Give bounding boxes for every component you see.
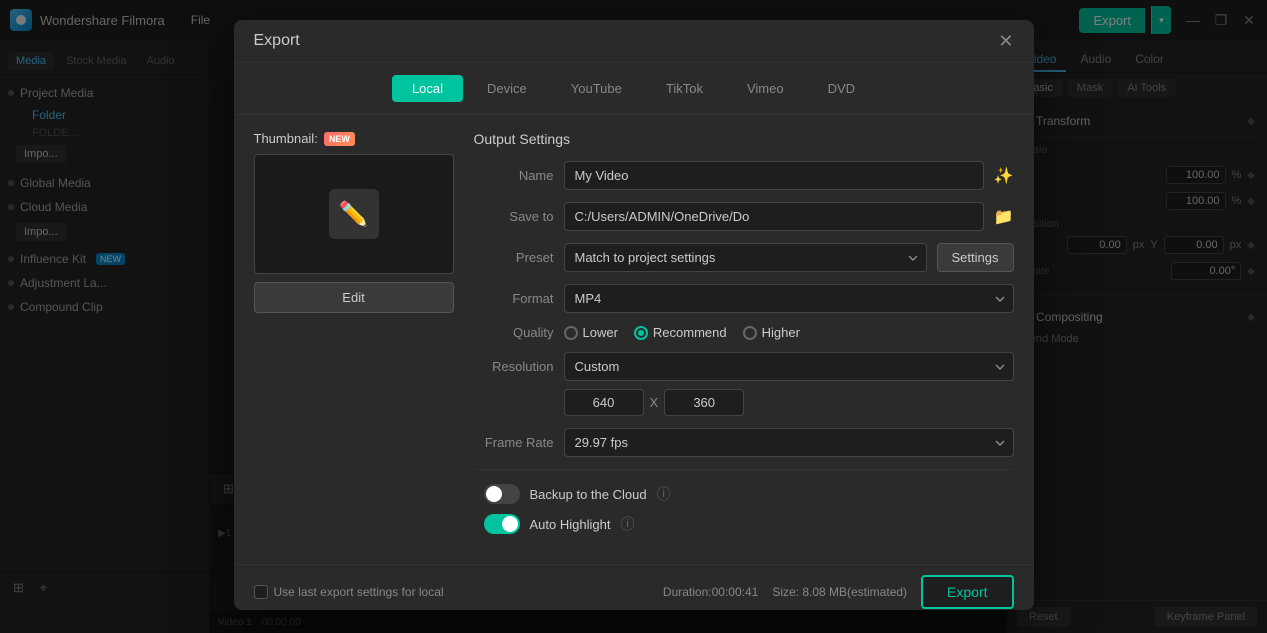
name-label: Name bbox=[474, 168, 554, 183]
thumbnail-section: Thumbnail: NEW ✏️ Edit bbox=[254, 131, 454, 544]
backup-knob bbox=[486, 486, 502, 502]
quality-recommend-label: Recommend bbox=[653, 325, 727, 340]
quality-radio-group: Lower Recommend Higher bbox=[564, 325, 800, 340]
save-to-row: Save to 📁 bbox=[474, 202, 1014, 231]
quality-higher-radio[interactable] bbox=[743, 326, 757, 340]
output-title: Output Settings bbox=[474, 131, 1014, 147]
dialog-close-button[interactable]: ✕ bbox=[998, 32, 1013, 50]
edit-thumbnail-button[interactable]: Edit bbox=[254, 282, 454, 313]
name-row: Name ✨ bbox=[474, 161, 1014, 190]
tab-device[interactable]: Device bbox=[467, 75, 547, 102]
preset-row: Preset Match to project settings Setting… bbox=[474, 243, 1014, 272]
dialog-footer: Use last export settings for local Durat… bbox=[234, 564, 1034, 623]
tab-tiktok[interactable]: TikTok bbox=[646, 75, 723, 102]
res-height-input[interactable] bbox=[664, 389, 744, 416]
framerate-select[interactable]: 29.97 fps bbox=[564, 428, 1014, 457]
footer-right: Duration:00:00:41 Size: 8.08 MB(estimate… bbox=[663, 575, 1014, 609]
backup-toggle[interactable] bbox=[484, 484, 520, 504]
dialog-body: Thumbnail: NEW ✏️ Edit Output Settings N… bbox=[234, 115, 1034, 560]
thumbnail-new-badge: NEW bbox=[324, 132, 355, 146]
highlight-help-icon[interactable]: ⓘ bbox=[620, 514, 634, 534]
output-section: Output Settings Name ✨ Save to 📁 Preset bbox=[474, 131, 1014, 544]
backup-help-icon[interactable]: ⓘ bbox=[657, 484, 671, 504]
quality-higher-option[interactable]: Higher bbox=[743, 325, 800, 340]
thumbnail-label: Thumbnail: NEW bbox=[254, 131, 454, 146]
quality-recommend-radio[interactable] bbox=[634, 326, 648, 340]
dialog-title: Export bbox=[254, 32, 300, 50]
highlight-toggle-row: Auto Highlight ⓘ bbox=[474, 514, 1014, 534]
settings-button[interactable]: Settings bbox=[937, 243, 1014, 272]
ai-name-button[interactable]: ✨ bbox=[994, 166, 1014, 186]
highlight-knob bbox=[502, 516, 518, 532]
tab-youtube[interactable]: YouTube bbox=[551, 75, 642, 102]
size-info: Size: 8.08 MB(estimated) bbox=[772, 585, 907, 599]
dialog-title-bar: Export ✕ bbox=[234, 20, 1034, 63]
last-settings-checkbox[interactable] bbox=[254, 585, 268, 599]
quality-higher-label: Higher bbox=[762, 325, 800, 340]
tab-dvd[interactable]: DVD bbox=[808, 75, 875, 102]
dialog-overlay: Export ✕ Local Device YouTube TikTok Vim… bbox=[0, 0, 1267, 633]
tab-local[interactable]: Local bbox=[392, 75, 463, 102]
resolution-inputs: X bbox=[564, 389, 1014, 416]
format-select[interactable]: MP4 bbox=[564, 284, 1014, 313]
preset-label: Preset bbox=[474, 250, 554, 265]
highlight-label: Auto Highlight bbox=[530, 517, 611, 532]
last-settings-label: Use last export settings for local bbox=[274, 585, 444, 599]
duration-info: Duration:00:00:41 bbox=[663, 585, 758, 599]
save-path-input[interactable] bbox=[564, 202, 984, 231]
quality-label: Quality bbox=[474, 325, 554, 340]
format-label: Format bbox=[474, 291, 554, 306]
resolution-label: Resolution bbox=[474, 359, 554, 374]
tab-vimeo[interactable]: Vimeo bbox=[727, 75, 804, 102]
dialog-divider bbox=[474, 469, 1014, 470]
backup-toggle-row: Backup to the Cloud ⓘ bbox=[474, 484, 1014, 504]
preset-select[interactable]: Match to project settings bbox=[564, 243, 927, 272]
browse-folder-button[interactable]: 📁 bbox=[994, 207, 1014, 227]
framerate-row: Frame Rate 29.97 fps bbox=[474, 428, 1014, 457]
quality-lower-option[interactable]: Lower bbox=[564, 325, 618, 340]
name-input[interactable] bbox=[564, 161, 984, 190]
resolution-row: Resolution Custom bbox=[474, 352, 1014, 381]
resolution-select[interactable]: Custom bbox=[564, 352, 1014, 381]
save-to-label: Save to bbox=[474, 209, 554, 224]
res-x-label: X bbox=[650, 395, 659, 410]
res-width-input[interactable] bbox=[564, 389, 644, 416]
export-dialog: Export ✕ Local Device YouTube TikTok Vim… bbox=[234, 20, 1034, 610]
quality-row: Quality Lower Recommend Higher bbox=[474, 325, 1014, 340]
footer-left: Use last export settings for local bbox=[254, 585, 444, 599]
backup-label: Backup to the Cloud bbox=[530, 487, 647, 502]
framerate-label: Frame Rate bbox=[474, 435, 554, 450]
thumbnail-box: ✏️ bbox=[254, 154, 454, 274]
format-row: Format MP4 bbox=[474, 284, 1014, 313]
highlight-toggle[interactable] bbox=[484, 514, 520, 534]
thumbnail-pencil-icon: ✏️ bbox=[329, 189, 379, 239]
quality-lower-label: Lower bbox=[583, 325, 618, 340]
export-main-button[interactable]: Export bbox=[921, 575, 1013, 609]
quality-lower-radio[interactable] bbox=[564, 326, 578, 340]
quality-recommend-option[interactable]: Recommend bbox=[634, 325, 727, 340]
dialog-tabs: Local Device YouTube TikTok Vimeo DVD bbox=[234, 63, 1034, 115]
